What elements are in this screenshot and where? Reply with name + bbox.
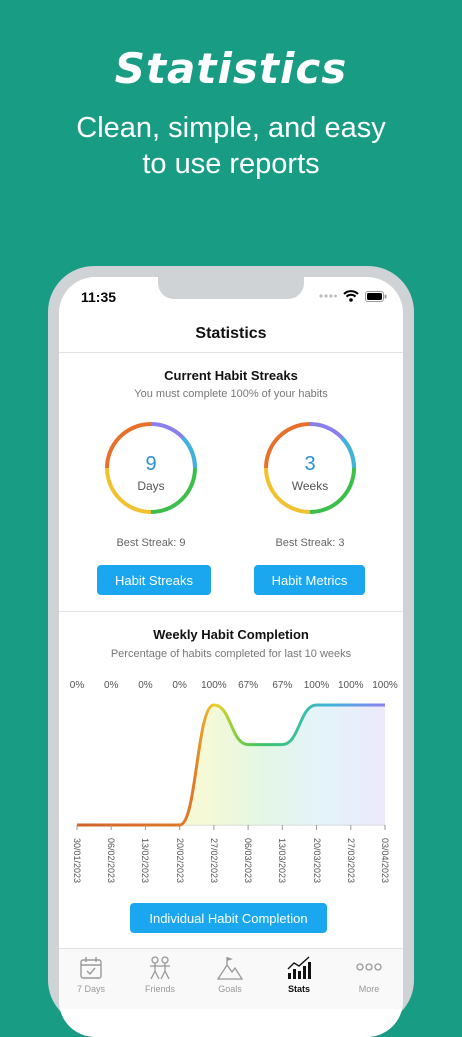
wifi-icon xyxy=(343,290,359,302)
tab-7-days[interactable]: 7 Days xyxy=(63,955,119,994)
days-streak-unit: Days xyxy=(137,479,165,493)
more-dots-icon xyxy=(356,963,382,971)
chart-value-label: 100% xyxy=(201,680,227,691)
status-icons xyxy=(319,289,387,303)
weeks-streak-value: 3 xyxy=(304,453,316,475)
days-best-streak: Best Streak: 9 xyxy=(116,537,186,549)
nav-divider xyxy=(59,352,403,353)
signal-icon xyxy=(319,294,337,298)
chart-value-label: 67% xyxy=(272,680,293,691)
weekly-completion-chart xyxy=(76,703,386,830)
weeks-streak-unit: Weeks xyxy=(291,479,329,493)
weekly-subtitle: Percentage of habits completed for last … xyxy=(110,648,352,660)
tab-stats[interactable]: Stats xyxy=(271,955,327,994)
nav-title: Statistics xyxy=(195,325,267,342)
notch xyxy=(158,277,304,299)
friends-icon xyxy=(150,956,170,980)
phone-screen: 11:35 Statistics Current Habit Streaks Y… xyxy=(59,277,403,1037)
hero-subtitle-line2: to use reports xyxy=(142,148,320,180)
habit-metrics-button[interactable]: Habit Metrics xyxy=(254,565,365,595)
chart-date-label: 06/02/2023 xyxy=(106,838,117,884)
chart-date-label: 20/02/2023 xyxy=(174,838,185,884)
tab-label-friends: Friends xyxy=(144,984,175,994)
stats-chart-icon xyxy=(287,956,311,979)
chart-date-label: 30/01/2023 xyxy=(72,838,82,884)
streaks-subtitle: You must complete 100% of your habits xyxy=(134,388,328,400)
chart-value-label: 100% xyxy=(337,680,364,691)
tab-label-more: More xyxy=(358,984,380,994)
tab-more[interactable]: More xyxy=(341,955,397,994)
section-divider xyxy=(59,611,403,612)
habit-streaks-button[interactable]: Habit Streaks xyxy=(97,565,211,595)
chart-value-label: 100% xyxy=(303,680,330,691)
chart-value-label: 100% xyxy=(372,680,398,691)
chart-date-label: 03/04/2023 xyxy=(380,838,390,884)
chart-date-label: 13/02/2023 xyxy=(140,838,151,884)
tab-goals[interactable]: Goals xyxy=(202,955,258,994)
battery-icon xyxy=(365,290,387,302)
chart-value-label: 67% xyxy=(238,680,259,691)
weekly-title: Weekly Habit Completion xyxy=(153,627,309,642)
chart-value-label: 0% xyxy=(69,680,85,691)
chart-date-label: 20/03/2023 xyxy=(311,838,322,884)
weeks-best-streak: Best Streak: 3 xyxy=(275,537,345,549)
calendar-check-icon xyxy=(80,957,102,979)
chart-date-label: 27/03/2023 xyxy=(345,838,356,884)
individual-habit-completion-button[interactable]: Individual Habit Completion xyxy=(130,903,327,933)
mountain-flag-icon xyxy=(216,957,244,980)
hero-subtitle-line1: Clean, simple, and easy xyxy=(76,112,386,144)
chart-value-label: 0% xyxy=(172,680,187,691)
tab-friends[interactable]: Friends xyxy=(132,955,188,994)
tab-label-stats: Stats xyxy=(287,984,310,994)
chart-value-label: 0% xyxy=(138,680,153,691)
chart-value-label: 0% xyxy=(103,680,119,691)
hero-title: Statistics xyxy=(114,44,348,93)
status-time: 11:35 xyxy=(81,289,117,305)
hero-subtitle: Clean, simple, and easy to use reports xyxy=(0,110,462,182)
tab-label-goals: Goals xyxy=(218,984,242,994)
chart-date-label: 13/03/2023 xyxy=(277,838,288,884)
tab-label-7-days: 7 Days xyxy=(76,984,105,994)
streaks-title: Current Habit Streaks xyxy=(164,368,298,383)
chart-date-label: 27/02/2023 xyxy=(208,838,219,884)
days-streak-value: 9 xyxy=(145,453,157,475)
chart-date-label: 06/03/2023 xyxy=(243,838,254,884)
